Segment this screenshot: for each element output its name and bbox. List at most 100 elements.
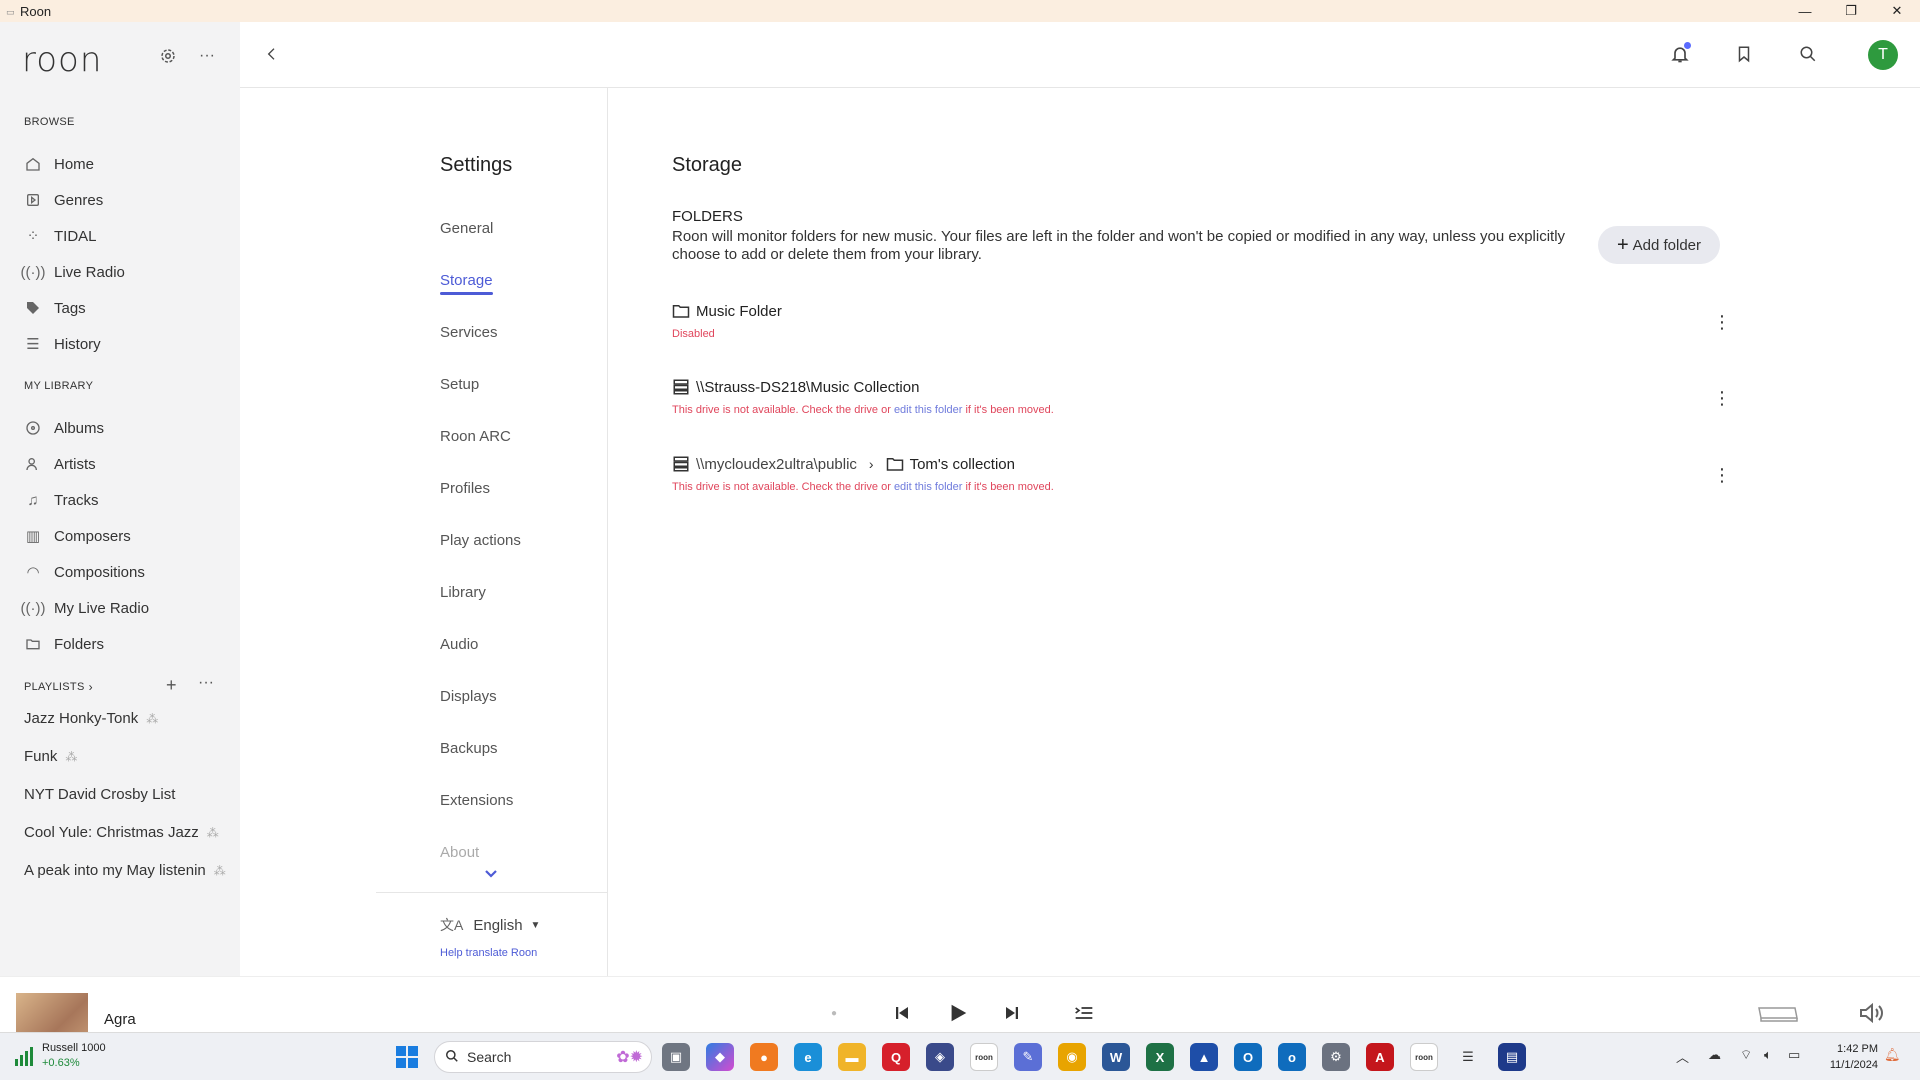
- tab-audio[interactable]: Audio: [440, 636, 478, 653]
- sidebar-item-tidal[interactable]: ⁘ TIDAL: [24, 224, 97, 248]
- playlist-item[interactable]: A peak into my May listenin ⁂: [24, 862, 226, 879]
- sidebar-item-genres[interactable]: Genres: [24, 188, 103, 212]
- back-arrow-icon[interactable]: [258, 40, 286, 68]
- playlist-item[interactable]: Jazz Honky-Tonk ⁂: [24, 710, 158, 727]
- folder-menu-icon[interactable]: ⋮: [1712, 463, 1732, 487]
- editor-app-icon[interactable]: ✎: [1014, 1043, 1042, 1071]
- help-translate-link[interactable]: Help translate Roon: [440, 947, 537, 959]
- chrome-icon[interactable]: ◉: [1058, 1043, 1086, 1071]
- search-icon[interactable]: [1794, 40, 1822, 68]
- composer-icon: ▥: [25, 528, 41, 545]
- stock-widget[interactable]: Russell 1000 +0.63%: [14, 1041, 106, 1071]
- playlists-heading[interactable]: PLAYLISTS ›: [24, 680, 93, 694]
- battery-icon[interactable]: ▭: [1788, 1047, 1800, 1063]
- close-button[interactable]: ✕: [1874, 0, 1920, 22]
- edit-folder-link[interactable]: edit this folder: [894, 404, 962, 416]
- edit-folder-link[interactable]: edit this folder: [894, 481, 962, 493]
- sidebar-item-home[interactable]: Home: [24, 152, 94, 176]
- play-button[interactable]: [942, 999, 974, 1027]
- title-bar: ▭ Roon — ❐ ✕: [0, 0, 1920, 22]
- file-explorer-icon[interactable]: ▬: [838, 1043, 866, 1071]
- tab-storage[interactable]: Storage: [440, 272, 493, 295]
- speaker-icon[interactable]: 🔈︎: [1764, 1047, 1772, 1063]
- maximize-button[interactable]: ❐: [1828, 0, 1874, 22]
- notes-app-icon[interactable]: ☰: [1454, 1043, 1482, 1071]
- drive-app-icon[interactable]: ▲: [1190, 1043, 1218, 1071]
- track-title[interactable]: Agra: [104, 1011, 136, 1028]
- tab-services[interactable]: Services: [440, 324, 498, 341]
- sidebar-item-tracks[interactable]: ♫ Tracks: [24, 488, 98, 512]
- bookmark-icon[interactable]: [1730, 40, 1758, 68]
- windows-start-icon[interactable]: [396, 1046, 418, 1068]
- roon-app-icon[interactable]: roon: [970, 1043, 998, 1071]
- sidebar-item-live-radio[interactable]: ((·)) Live Radio: [21, 260, 125, 284]
- tab-about[interactable]: About: [440, 844, 479, 861]
- acrobat-icon[interactable]: A: [1366, 1043, 1394, 1071]
- dev-app-icon[interactable]: ◈: [926, 1043, 954, 1071]
- sidebar-item-albums[interactable]: Albums: [24, 416, 104, 440]
- tab-general[interactable]: General: [440, 220, 493, 237]
- firefox-icon[interactable]: ●: [750, 1043, 778, 1071]
- tab-setup[interactable]: Setup: [440, 376, 479, 393]
- folder-menu-icon[interactable]: ⋮: [1712, 386, 1732, 410]
- next-button[interactable]: [998, 999, 1026, 1027]
- previous-button[interactable]: [888, 999, 916, 1027]
- chevron-right-icon: ›: [868, 456, 874, 472]
- q-app-icon[interactable]: Q: [882, 1043, 910, 1071]
- word-icon[interactable]: W: [1102, 1043, 1130, 1071]
- gear-icon[interactable]: [156, 44, 180, 68]
- roon-active-icon[interactable]: roon: [1410, 1043, 1438, 1071]
- edge-icon[interactable]: e: [794, 1043, 822, 1071]
- tab-library[interactable]: Library: [440, 584, 486, 601]
- notification-bell-icon[interactable]: [1666, 40, 1694, 68]
- clock[interactable]: 1:42 PM 11/1/2024: [1830, 1041, 1878, 1073]
- roon-logo[interactable]: roon: [22, 40, 102, 80]
- add-folder-button[interactable]: + Add folder: [1598, 226, 1720, 264]
- tab-play-actions[interactable]: Play actions: [440, 532, 521, 549]
- volume-icon[interactable]: [1856, 999, 1888, 1027]
- outlook-icon[interactable]: O: [1234, 1043, 1262, 1071]
- sidebar: roon ··· BROWSE Home Genres ⁘ TIDAL ((·))…: [0, 22, 240, 976]
- tab-displays[interactable]: Displays: [440, 688, 497, 705]
- playlist-item[interactable]: Funk ⁂: [24, 748, 77, 765]
- copilot-icon[interactable]: ◆: [706, 1043, 734, 1071]
- zone-device-icon[interactable]: [1756, 999, 1800, 1027]
- playlist-item[interactable]: Cool Yule: Christmas Jazz ⁂: [24, 824, 219, 841]
- wifi-icon[interactable]: ⌔: [1740, 1047, 1752, 1063]
- outlook-new-icon[interactable]: o: [1278, 1043, 1306, 1071]
- add-playlist-icon[interactable]: +: [166, 675, 177, 696]
- tab-extensions[interactable]: Extensions: [440, 792, 513, 809]
- settings-gear-icon[interactable]: ⚙: [1322, 1043, 1350, 1071]
- excel-icon[interactable]: X: [1146, 1043, 1174, 1071]
- chevron-up-icon[interactable]: ︿: [1676, 1047, 1689, 1066]
- queue-icon[interactable]: [1070, 999, 1098, 1027]
- chevron-right-icon: ›: [88, 680, 93, 694]
- playlist-more-icon[interactable]: ···: [198, 674, 214, 692]
- sidebar-item-tags[interactable]: Tags: [24, 296, 86, 320]
- tab-backups[interactable]: Backups: [440, 740, 498, 757]
- sidebar-item-compositions[interactable]: ◠ Compositions: [24, 560, 144, 584]
- minimize-button[interactable]: —: [1782, 0, 1828, 22]
- notification-icon[interactable]: 🔔︎: [1884, 1047, 1901, 1063]
- sidebar-item-my-live-radio[interactable]: ((·)) My Live Radio: [21, 596, 150, 620]
- cloud-icon[interactable]: ☁: [1708, 1047, 1721, 1063]
- sidebar-item-artists[interactable]: Artists: [24, 452, 96, 476]
- playlist-item[interactable]: NYT David Crosby List: [24, 786, 175, 803]
- chevron-down-icon[interactable]: [484, 866, 498, 882]
- notification-dot: [1684, 42, 1691, 49]
- tab-profiles[interactable]: Profiles: [440, 480, 490, 497]
- task-view-icon[interactable]: ▣: [662, 1043, 690, 1071]
- avatar[interactable]: T: [1868, 40, 1898, 70]
- taskbar-search[interactable]: Search ✿✹: [434, 1041, 652, 1073]
- remote-app-icon[interactable]: ▤: [1498, 1043, 1526, 1071]
- language-select[interactable]: 文A English ▼: [440, 915, 540, 935]
- tab-roon-arc[interactable]: Roon ARC: [440, 428, 511, 445]
- stock-name: Russell 1000: [42, 1042, 106, 1054]
- sidebar-item-history[interactable]: ☰ History: [24, 332, 100, 356]
- folder-name: Music Folder: [696, 302, 782, 320]
- more-options-icon[interactable]: ···: [195, 44, 219, 68]
- artist-icon: [24, 455, 42, 473]
- folder-menu-icon[interactable]: ⋮: [1712, 310, 1732, 334]
- sidebar-item-folders[interactable]: Folders: [24, 632, 104, 656]
- sidebar-item-composers[interactable]: ▥ Composers: [24, 524, 131, 548]
